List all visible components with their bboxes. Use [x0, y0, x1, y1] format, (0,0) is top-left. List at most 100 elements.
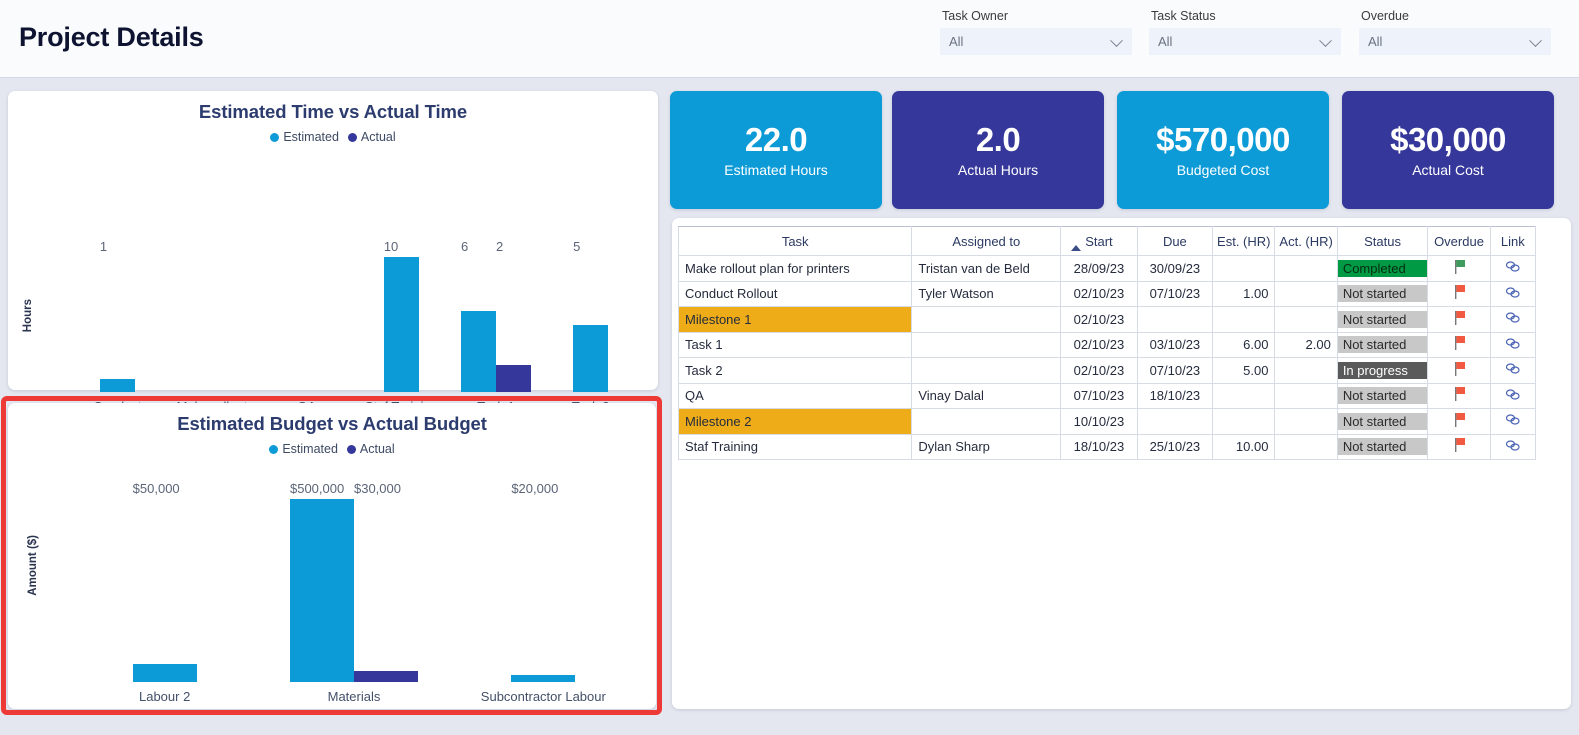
- cell-start: 02/10/23: [1060, 280, 1138, 307]
- cell-status: Completed: [1336, 255, 1429, 282]
- status-badge: Completed: [1338, 259, 1427, 277]
- kpi-card-actual-hours[interactable]: 2.0 Actual Hours: [892, 91, 1104, 209]
- bar-value-label: 6: [460, 239, 469, 254]
- kpi-card-estimated-hours[interactable]: 22.0 Estimated Hours: [670, 91, 882, 209]
- bar-group[interactable]: 62Task 1: [449, 239, 544, 414]
- slicer-task-status-dropdown[interactable]: All: [1149, 28, 1341, 55]
- table-row[interactable]: Milestone 2 10/10/23 Not started: [677, 408, 1537, 435]
- cell-link[interactable]: [1489, 331, 1537, 358]
- bar-estimated[interactable]: $500,000: [289, 481, 354, 682]
- slicer-task-owner-dropdown[interactable]: All: [940, 28, 1132, 55]
- slicer-overdue-dropdown[interactable]: All: [1359, 28, 1551, 55]
- category-label: Subcontractor Labour: [480, 689, 606, 704]
- bar-group[interactable]: 5Task 2: [543, 239, 638, 414]
- cell-task: Milestone 1: [677, 306, 913, 333]
- chart-estimated-time-vs-actual-time[interactable]: Estimated Time vs Actual Time Estimated …: [8, 91, 658, 432]
- bar-rect: 10: [383, 239, 419, 392]
- table-row[interactable]: QA Vinay Dalal 07/10/23 18/10/23 Not started: [677, 382, 1537, 409]
- column-header-est-hr[interactable]: Est. (HR): [1212, 226, 1276, 256]
- bar-estimated[interactable]: 6: [460, 239, 496, 392]
- cell-link[interactable]: [1489, 280, 1537, 307]
- column-header-assigned-to[interactable]: Assigned to: [911, 226, 1062, 256]
- column-header-start[interactable]: Start: [1060, 226, 1138, 256]
- kpi-card-actual-cost[interactable]: $30,000 Actual Cost: [1342, 91, 1554, 209]
- kpi-label: Estimated Hours: [724, 162, 828, 178]
- table-row[interactable]: Staf Training Dylan Sharp 18/10/23 25/10/23…: [677, 433, 1537, 460]
- link-icon[interactable]: [1505, 286, 1521, 299]
- table-row[interactable]: Task 2 02/10/23 07/10/23 5.00 In progress: [677, 357, 1537, 384]
- cell-assigned-to: Dylan Sharp: [911, 433, 1062, 460]
- bar-group[interactable]: Make rollout plan for printers: [165, 257, 260, 432]
- flag-red-icon: [1454, 361, 1465, 376]
- bar-estimated[interactable]: $50,000: [132, 481, 197, 682]
- bar-rect: $20,000: [511, 481, 576, 682]
- cell-act-hr: [1274, 382, 1338, 409]
- bar-estimated[interactable]: 1: [99, 239, 135, 392]
- table-row[interactable]: Conduct Rollout Tyler Watson 02/10/23 07/10…: [677, 280, 1537, 307]
- link-icon[interactable]: [1505, 388, 1521, 401]
- chevron-down-icon: [1110, 33, 1123, 47]
- page-title: Project Details: [19, 22, 204, 52]
- page-header: Project Details Task Owner All Task Stat…: [0, 0, 1579, 78]
- cell-assigned-to: [911, 408, 1062, 435]
- link-icon[interactable]: [1505, 337, 1521, 350]
- link-icon[interactable]: [1505, 362, 1521, 375]
- chart-legend[interactable]: Estimated Actual: [8, 442, 656, 456]
- column-header-due[interactable]: Due: [1136, 226, 1214, 256]
- flag-red-icon: [1454, 310, 1465, 325]
- legend-item-actual[interactable]: Actual: [346, 442, 395, 456]
- cell-status: Not started: [1336, 433, 1429, 460]
- link-icon[interactable]: [1505, 439, 1521, 452]
- cell-link[interactable]: [1489, 433, 1537, 460]
- bar-group[interactable]: QA: [259, 257, 354, 414]
- task-table[interactable]: Task Assigned to Start Due Est. (HR) Act…: [677, 226, 1537, 460]
- column-header-link[interactable]: Link: [1489, 226, 1537, 256]
- bar-group[interactable]: $20,000 Subcontractor Labour: [449, 481, 638, 704]
- bar-group[interactable]: 1Conduct Rollout: [70, 239, 165, 432]
- bar-estimated[interactable]: $20,000: [511, 481, 576, 682]
- link-icon[interactable]: [1505, 311, 1521, 324]
- chart-legend[interactable]: Estimated Actual: [8, 130, 658, 144]
- column-header-overdue[interactable]: Overdue: [1427, 226, 1491, 256]
- cell-link[interactable]: [1489, 357, 1537, 384]
- cell-link[interactable]: [1489, 382, 1537, 409]
- bar-actual[interactable]: 2: [495, 239, 531, 392]
- cell-link[interactable]: [1489, 306, 1537, 333]
- link-icon[interactable]: [1505, 413, 1521, 426]
- legend-item-estimated[interactable]: Estimated: [269, 442, 338, 456]
- bar-estimated[interactable]: 10: [383, 239, 419, 392]
- cell-assigned-to: [911, 357, 1062, 384]
- bar-estimated[interactable]: 5: [573, 239, 609, 392]
- legend-dot-actual: [347, 132, 357, 142]
- table-row[interactable]: Make rollout plan for printers Tristan va…: [677, 255, 1537, 282]
- cell-start: 02/10/23: [1060, 331, 1138, 358]
- kpi-card-budgeted-cost[interactable]: $570,000 Budgeted Cost: [1117, 91, 1329, 209]
- bar-group[interactable]: 10Staf Training: [354, 239, 449, 414]
- bar-rect: 2: [495, 239, 531, 392]
- bar-group[interactable]: $500,000 $30,000 Materials: [259, 481, 448, 704]
- cell-link[interactable]: [1489, 408, 1537, 435]
- flag-red-icon: [1454, 387, 1465, 402]
- column-header-task[interactable]: Task: [677, 226, 913, 256]
- slicer-overdue-value: All: [1368, 34, 1383, 49]
- link-icon[interactable]: [1505, 260, 1521, 273]
- status-badge: In progress: [1338, 361, 1427, 379]
- status-badge: Not started: [1338, 387, 1427, 405]
- cell-due: [1136, 306, 1214, 333]
- column-header-act-hr[interactable]: Act. (HR): [1274, 226, 1338, 256]
- kpi-label: Actual Hours: [957, 162, 1039, 178]
- legend-item-actual[interactable]: Actual: [347, 130, 396, 144]
- cell-task: Task 2: [677, 357, 913, 384]
- cell-est-hr: [1212, 408, 1276, 435]
- bar-value-label: $500,000: [289, 481, 345, 496]
- legend-item-estimated[interactable]: Estimated: [270, 130, 339, 144]
- table-row[interactable]: Task 1 02/10/23 03/10/23 6.00 2.00 Not starte…: [677, 331, 1537, 358]
- bar-actual[interactable]: $30,000: [353, 481, 418, 682]
- chart-estimated-budget-vs-actual-budget[interactable]: Estimated Budget vs Actual Budget Estima…: [8, 403, 656, 709]
- cell-link[interactable]: [1489, 255, 1537, 282]
- bar-group[interactable]: $50,000 Labour 2: [70, 481, 259, 704]
- table-row[interactable]: Milestone 1 02/10/23 Not started: [677, 306, 1537, 333]
- column-header-status[interactable]: Status: [1336, 226, 1429, 256]
- kpi-value: 2.0: [975, 121, 1021, 158]
- flag-red-icon: [1454, 412, 1465, 427]
